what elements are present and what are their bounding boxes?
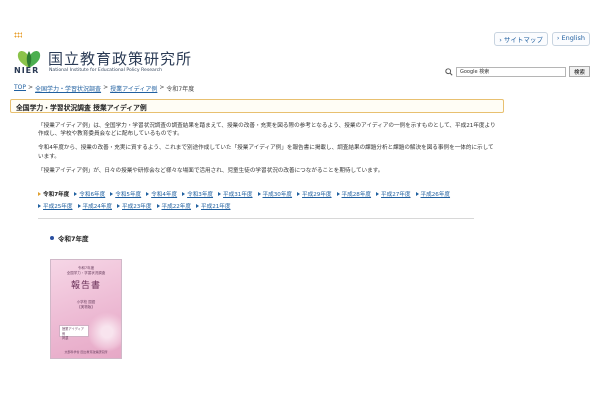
intro-paragraph: 「授業アイディア例」が、日々の授業や研修会など様々な場面で活用され、児童生徒の学…	[38, 167, 384, 174]
year-link-h27[interactable]: 平成27年度	[376, 190, 411, 198]
year-link-h25[interactable]: 平成25年度	[38, 202, 73, 210]
year-link-r5[interactable]: 令和5年度	[110, 190, 141, 198]
search-icon	[445, 67, 453, 76]
section-heading: 令和7年度	[50, 233, 89, 243]
year-link-h21[interactable]: 平成21年度	[196, 202, 231, 210]
institute-name-en: National Institute for Educational Polic…	[49, 68, 163, 73]
breadcrumb-sep: >	[103, 84, 109, 91]
year-link-r7[interactable]: 令和7年度	[38, 190, 69, 198]
english-link[interactable]: › English	[551, 32, 590, 46]
year-link-h23[interactable]: 平成23年度	[117, 202, 152, 210]
flower-decoration-icon	[87, 312, 121, 352]
page-title-box: 全国学力・学習状況調査 授業アイディア例	[10, 99, 504, 113]
report-cover-thumbnail[interactable]: 令和7年度 全国学力・学習状況調査 報告書 小学校 国語 【実物版】 授業アイデ…	[50, 259, 122, 359]
breadcrumb-sep: >	[28, 84, 34, 91]
breadcrumb-top[interactable]: TOP	[14, 84, 26, 93]
year-link-h22[interactable]: 平成22年度	[157, 202, 192, 210]
intro-paragraph: 「授業アイディア例」は、全国学力・学習状況調査の調査結果を踏まえて、授業の改善・…	[38, 123, 496, 138]
year-link-r6[interactable]: 令和6年度	[74, 190, 105, 198]
utility-links: › サイトマップ › English	[494, 32, 590, 46]
cover-org: 文部科学省 国立教育政策研究所	[64, 350, 108, 354]
breadcrumb-survey[interactable]: 全国学力・学習状況調査	[35, 84, 101, 93]
year-link-r4[interactable]: 令和4年度	[146, 190, 177, 198]
intro-text: 「授業アイディア例」は、全国学力・学習状況調査の調査結果を踏まえて、授業の改善・…	[38, 122, 498, 181]
divider	[38, 218, 474, 219]
intro-paragraph: 令和4年度から、授業の改善・充実に資するよう、これまで別途作成していた「授業アイ…	[38, 145, 494, 160]
breadcrumb: TOP > 全国学力・学習状況調査 > 授業アイディア例 > 令和7年度	[14, 84, 194, 93]
search-input[interactable]	[455, 66, 566, 77]
section-heading-text: 令和7年度	[58, 235, 89, 243]
institute-name[interactable]: 国立教育政策研究所	[48, 48, 192, 69]
cover-label: 授業アイディア例 掲載	[59, 325, 89, 340]
year-nav: 令和7年度 令和6年度 令和5年度 令和4年度 令和3年度 平成31年度 平成3…	[38, 190, 480, 210]
year-link-h30[interactable]: 平成30年度	[258, 190, 293, 198]
cover-label-line: 授業アイディア例	[62, 327, 84, 336]
search-button[interactable]: 検索	[568, 66, 590, 77]
year-link-h29[interactable]: 平成29年度	[297, 190, 332, 198]
bullet-icon	[50, 236, 54, 240]
breadcrumb-ideas[interactable]: 授業アイディア例	[110, 84, 157, 93]
year-link-h28[interactable]: 平成28年度	[337, 190, 372, 198]
year-link-h24[interactable]: 平成24年度	[78, 202, 113, 210]
decorative-dots	[14, 32, 22, 38]
cover-survey: 全国学力・学習状況調査	[66, 271, 106, 275]
logo-abbr: NIER	[14, 66, 40, 75]
cover-title: 報告書	[70, 281, 101, 291]
breadcrumb-sep: >	[159, 84, 165, 91]
sitemap-link[interactable]: › サイトマップ	[494, 32, 548, 46]
cover-label-line: 掲載	[62, 336, 69, 340]
year-link-h26[interactable]: 平成26年度	[416, 190, 451, 198]
cover-edition: 【実物版】	[77, 305, 95, 309]
breadcrumb-current: 令和7年度	[166, 86, 195, 93]
search-bar: 検索	[445, 66, 590, 77]
page-title: 全国学力・学習状況調査 授業アイディア例	[16, 104, 147, 112]
year-link-h31[interactable]: 平成31年度	[218, 190, 253, 198]
year-link-r3[interactable]: 令和3年度	[182, 190, 213, 198]
